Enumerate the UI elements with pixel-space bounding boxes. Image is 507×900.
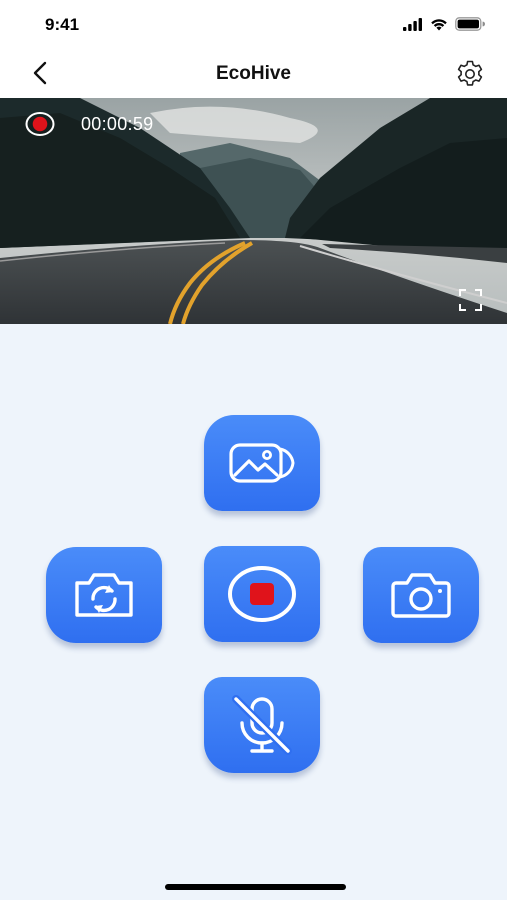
microphone-off-icon [232,695,292,755]
gallery-button[interactable] [204,415,320,511]
status-time: 9:41 [45,15,80,34]
camera-switch-icon [75,573,133,617]
gear-icon[interactable] [455,59,485,89]
snapshot-button[interactable] [363,547,479,643]
stop-record-icon [228,566,296,622]
page-title: EcoHive [216,63,291,84]
battery-icon [455,17,485,31]
camera-icon [391,573,451,618]
record-dot-icon [25,112,55,136]
cellular-signal-icon [403,17,422,31]
nav-bar: EcoHive [0,50,507,98]
status-icons [403,17,485,31]
video-preview[interactable] [0,98,507,324]
record-button[interactable] [204,546,320,642]
gallery-icon [229,443,295,483]
wifi-icon [431,18,447,30]
status-bar: 9:41 [0,0,507,50]
fullscreen-icon[interactable] [458,288,483,312]
switch-camera-button[interactable] [46,547,162,643]
top-area: 9:41 EcoHive [0,0,507,98]
microphone-button[interactable] [204,677,320,773]
road-scene-image [0,98,507,324]
recording-time: 00:00:59 [81,114,154,134]
home-indicator [165,884,346,890]
